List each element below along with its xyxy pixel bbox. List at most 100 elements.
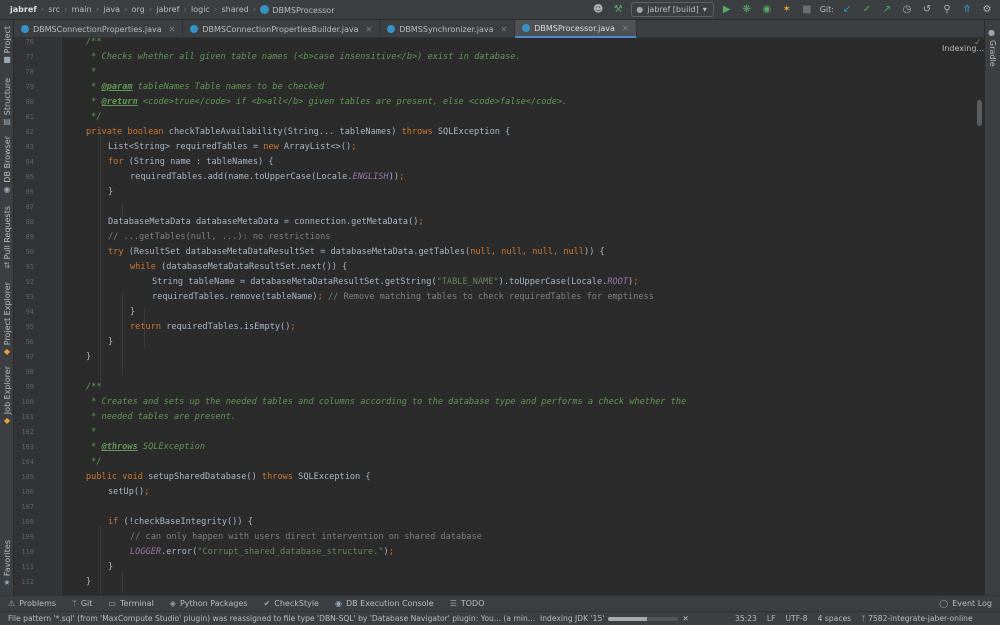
breadcrumb-item[interactable]: jabref bbox=[6, 5, 41, 14]
code-line[interactable]: * Creates and sets up the needed tables … bbox=[86, 395, 686, 410]
editor-scrollbar-thumb[interactable] bbox=[977, 100, 982, 126]
breadcrumb-item[interactable]: DBMSProcessor bbox=[256, 4, 338, 15]
tool-window-job-explorer[interactable]: ◆ Job Explorer bbox=[0, 366, 14, 425]
code-editor[interactable]: 76 77 78 79 80 81 82 83 84 85 86 87 88 89 90 91 92 93 94 95… bbox=[14, 38, 984, 595]
breadcrumb-item[interactable]: shared bbox=[217, 5, 252, 14]
git-branch[interactable]: ᛉ 7582-integrate-jaber-online bbox=[856, 614, 978, 623]
close-icon[interactable]: ✕ bbox=[622, 24, 629, 33]
tool-window-todo[interactable]: ☰ TODO bbox=[442, 599, 493, 608]
tool-window-favorites[interactable]: ★ Favorites bbox=[0, 540, 14, 587]
breadcrumb-item[interactable]: main bbox=[68, 5, 96, 14]
code-line[interactable]: */ bbox=[86, 455, 101, 470]
close-icon[interactable]: ✕ bbox=[169, 25, 176, 34]
history-icon[interactable]: ◷ bbox=[900, 0, 914, 20]
search-icon[interactable]: ⚲ bbox=[940, 0, 954, 20]
code-token: } bbox=[130, 307, 136, 317]
line-separator[interactable]: LF bbox=[762, 614, 781, 623]
code-line[interactable]: DatabaseMetaData databaseMetaData = conn… bbox=[108, 215, 424, 230]
user-icon[interactable]: ☻ bbox=[591, 0, 605, 20]
run-icon[interactable]: ▶ bbox=[720, 0, 734, 20]
tool-window-git[interactable]: ᛘ Git bbox=[64, 599, 100, 608]
code-line[interactable]: List<String> requiredTables = new ArrayL… bbox=[108, 140, 356, 155]
breadcrumb-item[interactable]: src bbox=[44, 5, 64, 14]
code-line[interactable]: } bbox=[86, 350, 91, 365]
tool-window-gradle[interactable]: Gradle bbox=[988, 40, 997, 67]
update-ide-icon[interactable]: ⤊ bbox=[960, 0, 974, 20]
breadcrumb-item[interactable]: logic bbox=[187, 5, 214, 14]
debug-icon[interactable]: ❋ bbox=[740, 0, 754, 20]
breadcrumb: jabref › src › main › java › org › jabref › logic › sh… bbox=[0, 0, 591, 20]
breadcrumb-item[interactable]: jabref bbox=[152, 5, 183, 14]
caret-position[interactable]: 35:23 bbox=[730, 614, 762, 623]
tool-window-checkstyle[interactable]: ✔ CheckStyle bbox=[256, 599, 327, 608]
tool-window-python-packages[interactable]: ◈ Python Packages bbox=[162, 599, 256, 608]
stop-icon[interactable]: ■ bbox=[800, 0, 814, 20]
code-line[interactable]: return requiredTables.isEmpty(); bbox=[130, 320, 296, 335]
code-line[interactable]: } bbox=[108, 185, 113, 200]
editor-tab[interactable]: DBMSSynchronizer.java ✕ bbox=[380, 20, 516, 38]
file-encoding[interactable]: UTF-8 bbox=[781, 614, 813, 623]
editor-tab[interactable]: DBMSConnectionPropertiesBuilder.java ✕ bbox=[183, 20, 381, 38]
editor-tab[interactable]: DBMSConnectionProperties.java ✕ bbox=[14, 20, 184, 38]
run-configuration-select[interactable]: ● jabref [build] ▾ bbox=[631, 2, 714, 17]
gradle-icon: ● bbox=[988, 28, 995, 37]
code-line[interactable]: /** bbox=[86, 38, 102, 50]
event-log-button[interactable]: ◯ Event Log bbox=[931, 599, 1000, 608]
tool-window-pull-requests[interactable]: ⇅ Pull Requests bbox=[0, 206, 14, 270]
code-line[interactable]: private boolean checkTableAvailability(S… bbox=[86, 125, 510, 140]
code-line[interactable]: while (databaseMetaDataResultSet.next())… bbox=[130, 260, 347, 275]
tool-window-db-execution-console[interactable]: ◉ DB Execution Console bbox=[327, 599, 442, 608]
code-line[interactable]: * bbox=[86, 425, 96, 440]
code-line[interactable]: * bbox=[86, 65, 96, 80]
breadcrumb-item[interactable]: org bbox=[128, 5, 149, 14]
close-icon[interactable]: ✕ bbox=[501, 25, 508, 34]
code-line[interactable]: requiredTables.remove(tableName); // Rem… bbox=[152, 290, 654, 305]
close-icon[interactable]: ✕ bbox=[366, 25, 373, 34]
code-token: try bbox=[108, 247, 129, 257]
tool-window-project-explorer[interactable]: ◆ Project Explorer bbox=[0, 282, 14, 356]
code-line[interactable]: } bbox=[86, 575, 91, 590]
close-icon[interactable]: ✕ bbox=[682, 614, 688, 623]
inspection-ok-icon[interactable]: ✓ bbox=[974, 38, 982, 48]
code-line[interactable]: * @param tableNames Table names to be ch… bbox=[86, 80, 324, 95]
build-hammer-icon[interactable]: ⚒ bbox=[611, 0, 625, 20]
tool-window-project[interactable]: ■ Project bbox=[0, 26, 14, 64]
git-update-icon[interactable]: ↙ bbox=[840, 0, 854, 20]
code-line[interactable]: */ bbox=[86, 110, 101, 125]
tool-window-terminal[interactable]: ▭ Terminal bbox=[100, 599, 161, 608]
code-line[interactable]: String tableName = databaseMetaDataResul… bbox=[152, 275, 638, 290]
code-line[interactable]: for (String name : tableNames) { bbox=[108, 155, 274, 170]
tool-window-db-browser[interactable]: ◉ DB Browser bbox=[0, 136, 14, 194]
code-line[interactable]: public void setupSharedDatabase() throws… bbox=[86, 470, 371, 485]
code-line[interactable]: * @return <code>true</code> if <b>all</b… bbox=[86, 95, 567, 110]
code-line[interactable]: * @throws SQLException bbox=[86, 440, 205, 455]
code-line[interactable]: LOGGER.error("Corrupt_shared_database_st… bbox=[130, 545, 394, 560]
code-line[interactable]: } bbox=[130, 305, 135, 320]
tool-window-structure[interactable]: ▤ Structure bbox=[0, 78, 14, 126]
indent-setting[interactable]: 4 spaces bbox=[813, 614, 856, 623]
code-line[interactable]: * needed tables are present. bbox=[86, 410, 236, 425]
code-line[interactable]: if (!checkBaseIntegrity()) { bbox=[108, 515, 253, 530]
code-token: ; bbox=[399, 172, 405, 182]
breadcrumb-item[interactable]: java bbox=[99, 5, 124, 14]
code-line[interactable]: } bbox=[108, 560, 113, 575]
profiler-icon[interactable]: ✶ bbox=[780, 0, 794, 20]
code-line[interactable]: // can only happen with users direct int… bbox=[130, 530, 482, 545]
code-line[interactable]: requiredTables.add(name.toUpperCase(Loca… bbox=[130, 170, 404, 185]
coverage-icon[interactable]: ◉ bbox=[760, 0, 774, 20]
code-area[interactable]: /** * Checks whether all given table nam… bbox=[66, 38, 984, 595]
code-line[interactable]: setUp(); bbox=[108, 485, 149, 500]
git-push-icon[interactable]: ↗ bbox=[880, 0, 894, 20]
indexing-status[interactable]: Indexing JDK '15' ✕ bbox=[540, 614, 730, 623]
code-line[interactable]: } bbox=[108, 335, 113, 350]
tool-window-problems[interactable]: ⚠ Problems bbox=[0, 599, 64, 608]
git-commit-icon[interactable]: ✓ bbox=[860, 0, 874, 20]
gear-icon[interactable]: ⚙ bbox=[980, 0, 994, 20]
code-line[interactable]: * Checks whether all given table names (… bbox=[86, 50, 520, 65]
code-line[interactable]: /** bbox=[86, 380, 102, 395]
rollback-icon[interactable]: ↺ bbox=[920, 0, 934, 20]
code-line[interactable]: try (ResultSet databaseMetaDataResultSet… bbox=[108, 245, 605, 260]
code-line[interactable]: // ...getTables(null, ...): no restricti… bbox=[108, 230, 330, 245]
editor-tab[interactable]: DBMSProcessor.java ✕ bbox=[515, 20, 637, 38]
status-message[interactable]: File pattern '*.sql' (from 'MaxCompute S… bbox=[0, 614, 540, 623]
